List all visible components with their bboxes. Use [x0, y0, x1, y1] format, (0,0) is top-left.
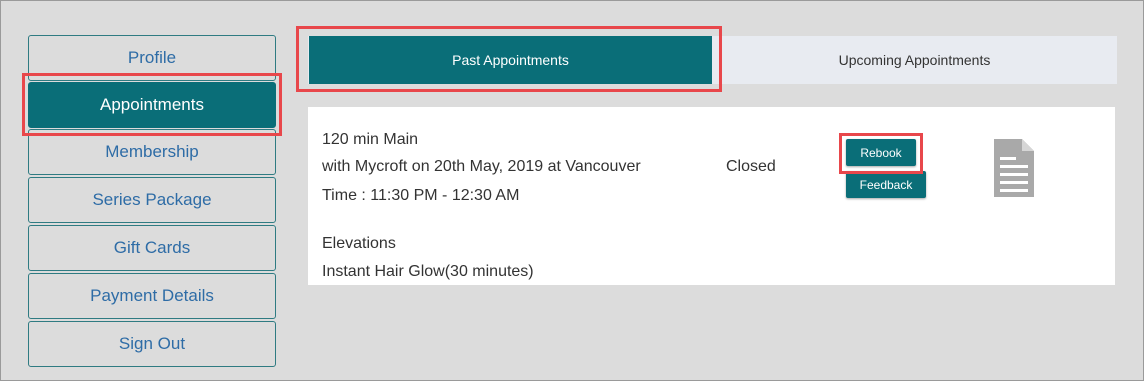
appointment-time: Time : 11:30 PM - 12:30 AM	[322, 187, 520, 204]
feedback-button[interactable]: Feedback	[846, 171, 926, 198]
sidebar-item-payment-details[interactable]: Payment Details	[28, 273, 276, 319]
sidebar-item-profile[interactable]: Profile	[28, 35, 276, 81]
document-icon[interactable]	[992, 137, 1036, 199]
appointment-addon: Instant Hair Glow(30 minutes)	[322, 263, 534, 280]
appointment-details: with Mycroft on 20th May, 2019 at Vancou…	[322, 158, 641, 175]
tab-upcoming-appointments[interactable]: Upcoming Appointments	[712, 36, 1117, 84]
service-name: 120 min Main	[322, 131, 419, 148]
rebook-button[interactable]: Rebook	[846, 139, 916, 166]
account-page: Profile Appointments Membership Series P…	[0, 0, 1144, 381]
sidebar-item-appointments[interactable]: Appointments	[28, 82, 276, 128]
appointment-location: Elevations	[322, 235, 396, 252]
sidebar-item-membership[interactable]: Membership	[28, 129, 276, 175]
appointment-card: 120 min Main with Mycroft on 20th May, 2…	[308, 107, 1115, 285]
sidebar-item-gift-cards[interactable]: Gift Cards	[28, 225, 276, 271]
status-badge: Closed	[726, 158, 776, 175]
sidebar-item-sign-out[interactable]: Sign Out	[28, 321, 276, 367]
tab-past-appointments[interactable]: Past Appointments	[309, 36, 712, 84]
sidebar-item-series-package[interactable]: Series Package	[28, 177, 276, 223]
